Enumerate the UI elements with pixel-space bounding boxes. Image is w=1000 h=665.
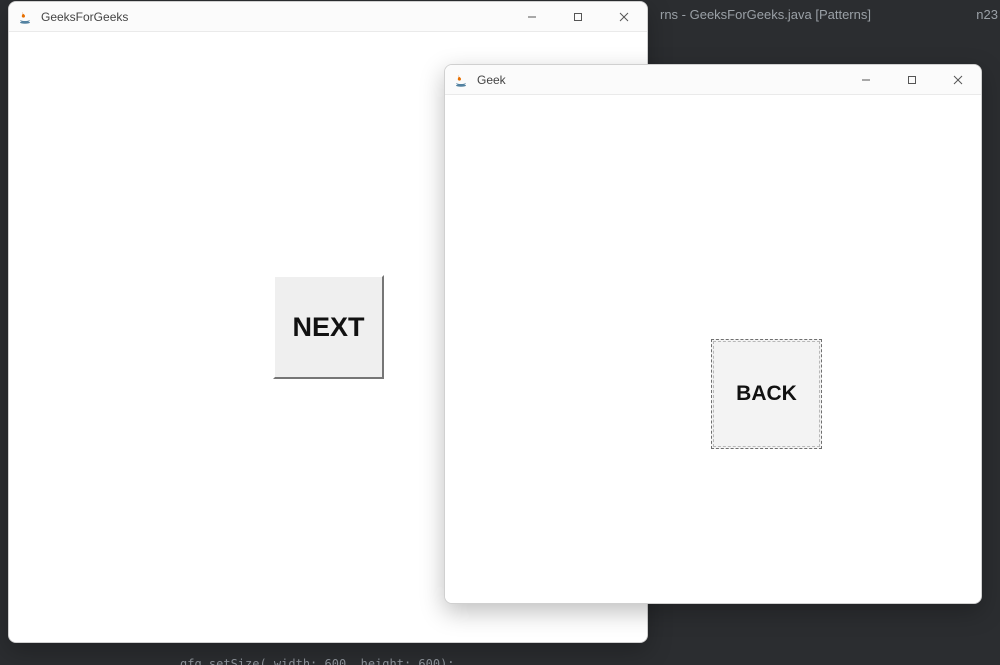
close-button[interactable] [935, 65, 981, 95]
java-icon [453, 72, 469, 88]
minimize-button[interactable] [509, 2, 555, 32]
close-button[interactable] [601, 2, 647, 32]
ide-title-text: rns - GeeksForGeeks.java [Patterns] [660, 7, 871, 22]
window-title: Geek [477, 73, 506, 87]
maximize-button[interactable] [555, 2, 601, 32]
maximize-button[interactable] [889, 65, 935, 95]
next-button-label: NEXT [292, 312, 364, 343]
window-geek: Geek BACK [444, 64, 982, 604]
titlebar[interactable]: GeeksForGeeks [9, 2, 647, 32]
next-button[interactable]: NEXT [273, 275, 384, 379]
titlebar[interactable]: Geek [445, 65, 981, 95]
window-content: BACK [445, 95, 981, 603]
back-button[interactable]: BACK [711, 339, 822, 449]
back-button-label: BACK [736, 382, 797, 406]
ide-right-fragment: n23 [976, 0, 1000, 30]
ide-footer-code: gfg.setSize( width: 600, height: 600); [0, 657, 1000, 665]
minimize-button[interactable] [843, 65, 889, 95]
window-title: GeeksForGeeks [41, 10, 128, 24]
java-icon [17, 9, 33, 25]
